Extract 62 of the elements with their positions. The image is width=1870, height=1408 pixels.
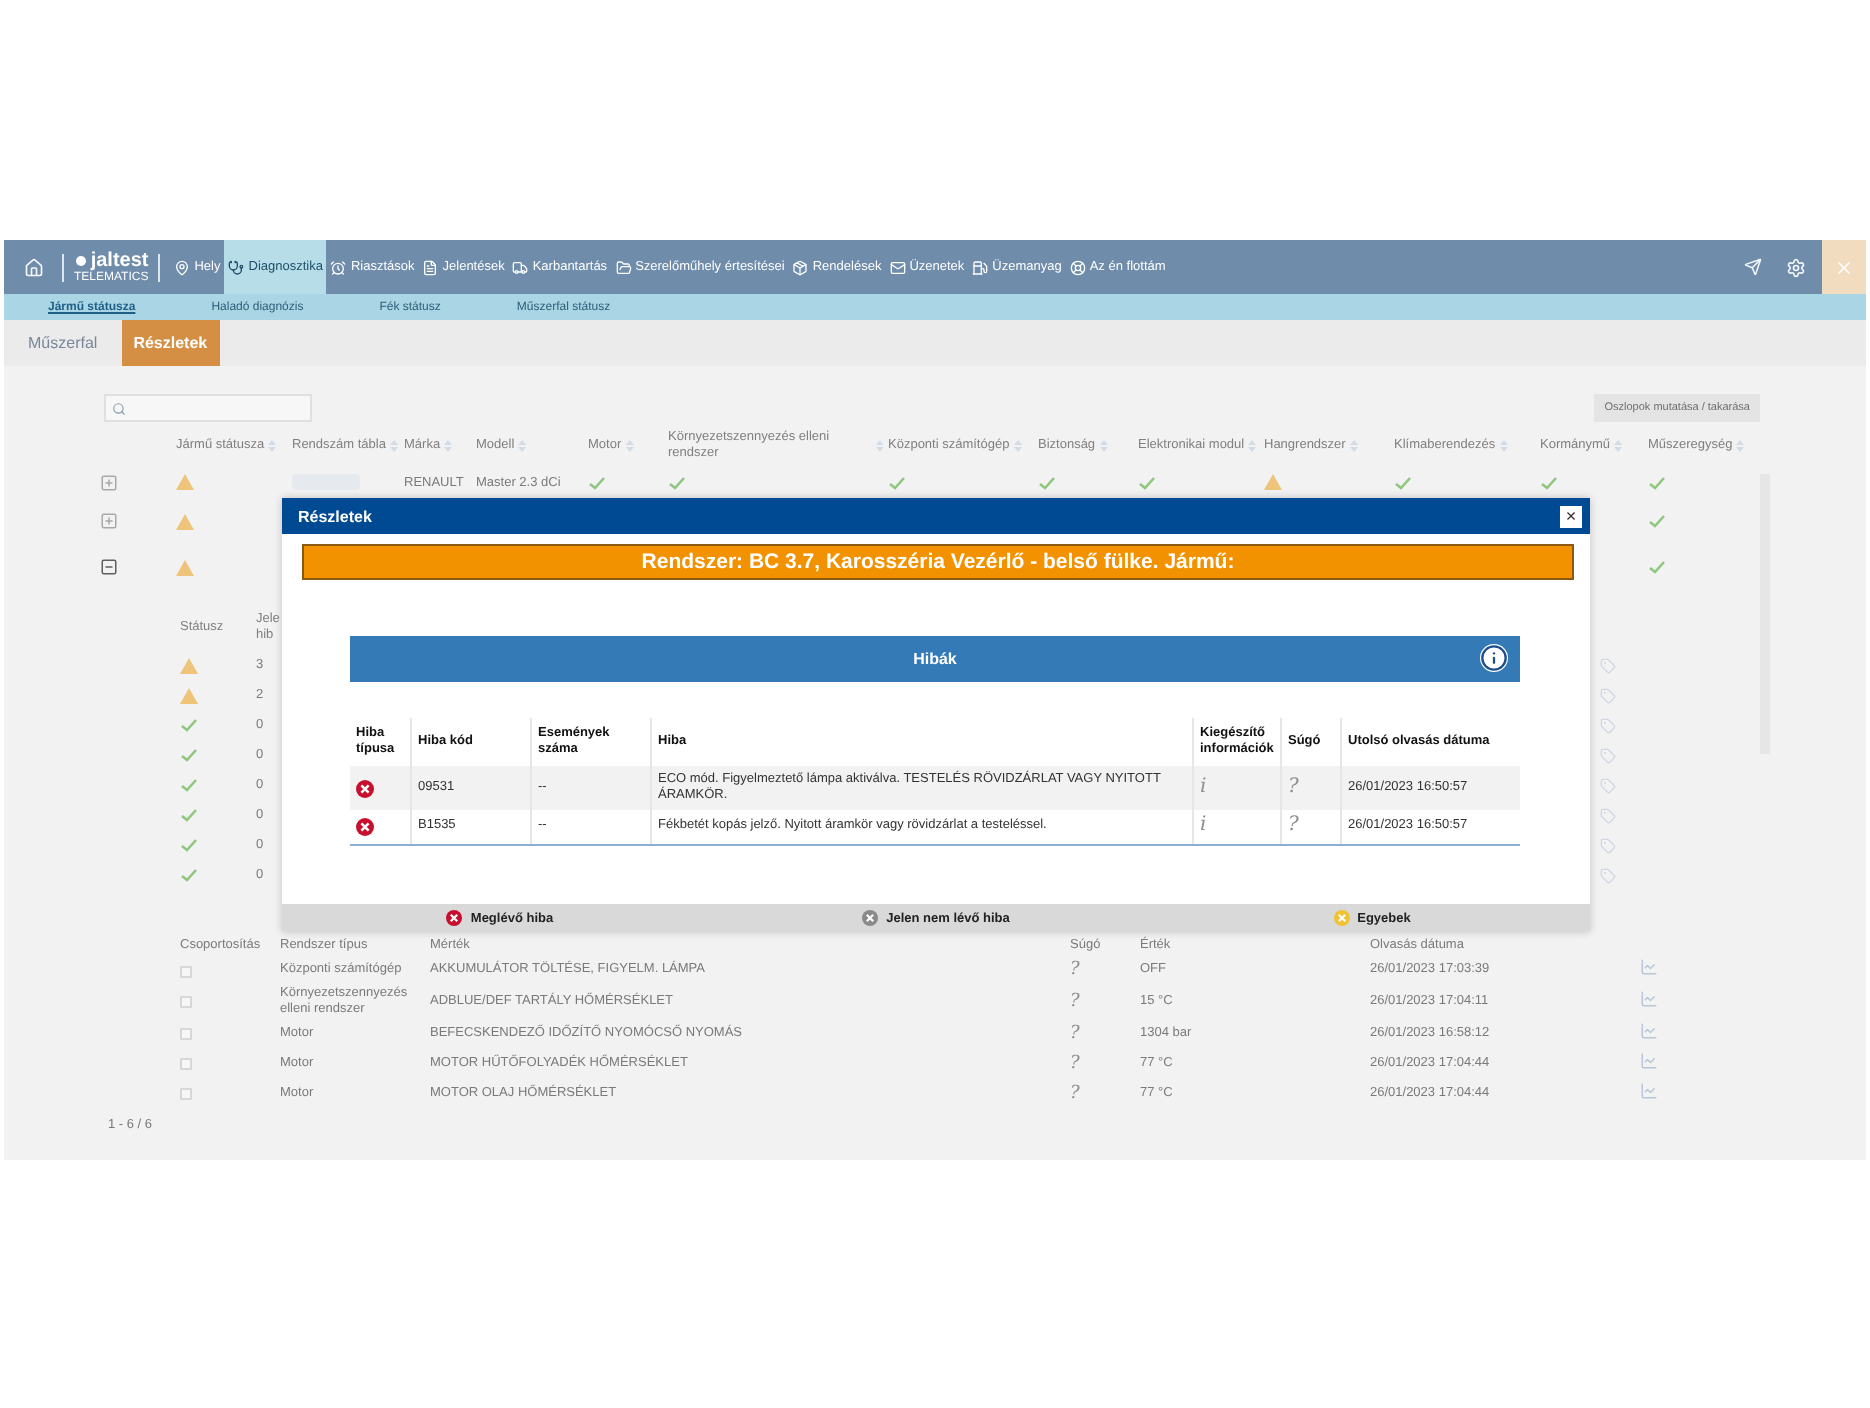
expand-icon[interactable] xyxy=(100,473,118,491)
collapse-icon[interactable] xyxy=(100,558,118,576)
box-icon xyxy=(792,259,809,275)
tag-icon[interactable] xyxy=(1600,717,1616,733)
help-icon[interactable]: ? xyxy=(1070,991,1080,1012)
checkbox[interactable] xyxy=(180,965,192,977)
checkbox[interactable] xyxy=(180,1058,192,1071)
section-title: Hibák xyxy=(913,650,957,668)
document-icon xyxy=(422,259,439,275)
search-icon xyxy=(112,401,126,415)
sort-icon[interactable] xyxy=(444,440,453,452)
tag-icon[interactable] xyxy=(1600,777,1616,793)
sort-icon[interactable] xyxy=(1013,440,1022,452)
map-pin-icon xyxy=(174,259,191,275)
tag-icon[interactable] xyxy=(1600,687,1616,703)
truck-icon xyxy=(512,259,529,275)
sort-icon[interactable] xyxy=(1499,440,1508,452)
search-field[interactable] xyxy=(104,394,312,422)
chart-icon[interactable] xyxy=(1640,1052,1658,1071)
folder-icon xyxy=(615,259,632,275)
wheel-icon xyxy=(1069,259,1086,275)
help-icon[interactable]: ? xyxy=(1070,959,1080,980)
alarm-clock-icon xyxy=(330,259,347,275)
tag-icon[interactable] xyxy=(1600,747,1616,763)
checkbox[interactable] xyxy=(180,1088,192,1101)
checkbox[interactable] xyxy=(180,996,192,1009)
logo-mark-icon xyxy=(76,256,87,266)
sort-icon[interactable] xyxy=(1736,440,1745,452)
help-icon[interactable]: ? xyxy=(1288,814,1299,840)
fuel-pump-icon xyxy=(972,259,989,275)
sort-icon[interactable] xyxy=(1349,440,1358,452)
sort-icon[interactable] xyxy=(1248,440,1257,452)
sort-icon[interactable] xyxy=(268,440,277,452)
sort-icon[interactable] xyxy=(1099,440,1108,452)
tab[interactable]: Műszerfal xyxy=(16,320,110,366)
tab[interactable]: Részletek xyxy=(121,320,220,366)
tag-icon[interactable] xyxy=(1600,657,1616,673)
dialog-title: Részletek xyxy=(298,507,372,525)
tag-icon[interactable] xyxy=(1600,837,1616,853)
sort-icon[interactable] xyxy=(518,440,527,452)
help-icon[interactable]: ? xyxy=(1288,775,1299,801)
system-banner: Rendszer: BC 3.7, Karosszéria Vezérlő - belső fülke. Jármű: xyxy=(302,544,1574,580)
chart-icon[interactable] xyxy=(1640,990,1658,1009)
checkbox[interactable] xyxy=(180,1028,192,1041)
info-icon[interactable] xyxy=(1480,644,1508,672)
tag-icon[interactable] xyxy=(1600,807,1616,823)
chart-icon[interactable] xyxy=(1640,958,1658,977)
help-icon[interactable]: ? xyxy=(1070,1023,1080,1044)
stethoscope-icon xyxy=(228,259,245,275)
help-icon[interactable]: ? xyxy=(1070,1053,1080,1074)
tag-icon[interactable] xyxy=(1600,867,1616,883)
chart-icon[interactable] xyxy=(1640,1082,1658,1101)
sort-icon[interactable] xyxy=(1614,440,1623,452)
info-icon[interactable]: i xyxy=(1200,814,1207,840)
help-icon[interactable]: ? xyxy=(1070,1083,1080,1104)
expand-icon[interactable] xyxy=(100,512,118,530)
sort-icon[interactable] xyxy=(625,440,634,452)
mail-icon xyxy=(889,259,906,275)
chart-icon[interactable] xyxy=(1640,1022,1658,1041)
close-button[interactable]: × xyxy=(1560,505,1582,527)
sort-icon[interactable] xyxy=(389,440,398,452)
info-icon[interactable]: i xyxy=(1200,775,1207,801)
